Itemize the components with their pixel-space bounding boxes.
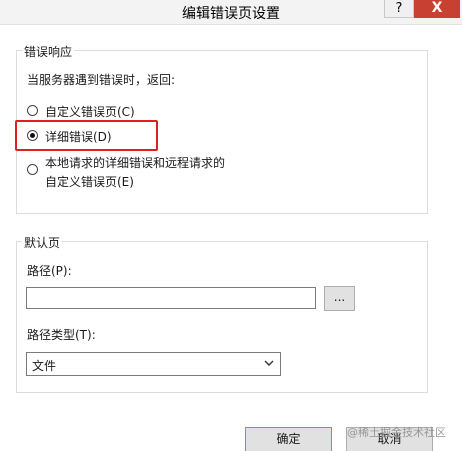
error-response-prompt: 当服务器遇到错误时，返回: [27,73,176,87]
chevron-down-icon [264,360,274,366]
label-detailed-local-line1[interactable]: 本地请求的详细错误和远程请求的 [45,154,225,171]
browse-button[interactable]: ... [324,286,355,311]
ok-button[interactable]: 确定 [245,427,332,451]
path-input[interactable] [26,287,316,309]
close-button[interactable]: X [414,0,460,18]
default-page-group-title: 默认页 [22,234,63,251]
edit-error-page-dialog: 编辑错误页设置 ? X 错误响应 当服务器遇到错误时，返回: 自定义错误页(C)… [0,0,462,451]
watermark-text: @稀土掘金技术社区 [347,426,446,439]
radio-detailed-local-custom-remote[interactable] [27,164,38,175]
selection-highlight-box [15,120,158,151]
help-button[interactable]: ? [384,0,414,18]
title-bar[interactable]: 编辑错误页设置 ? X [0,0,462,25]
path-label: 路径(P): [27,264,72,278]
path-type-select[interactable]: 文件 [26,352,281,376]
radio-custom-error-page[interactable] [27,105,38,116]
error-response-group-title: 错误响应 [22,43,75,60]
label-detailed-local-line2[interactable]: 自定义错误页(E) [45,173,134,190]
path-type-label: 路径类型(T): [27,328,96,342]
path-type-selected-value: 文件 [32,359,57,373]
label-custom-error-page[interactable]: 自定义错误页(C) [45,103,135,120]
